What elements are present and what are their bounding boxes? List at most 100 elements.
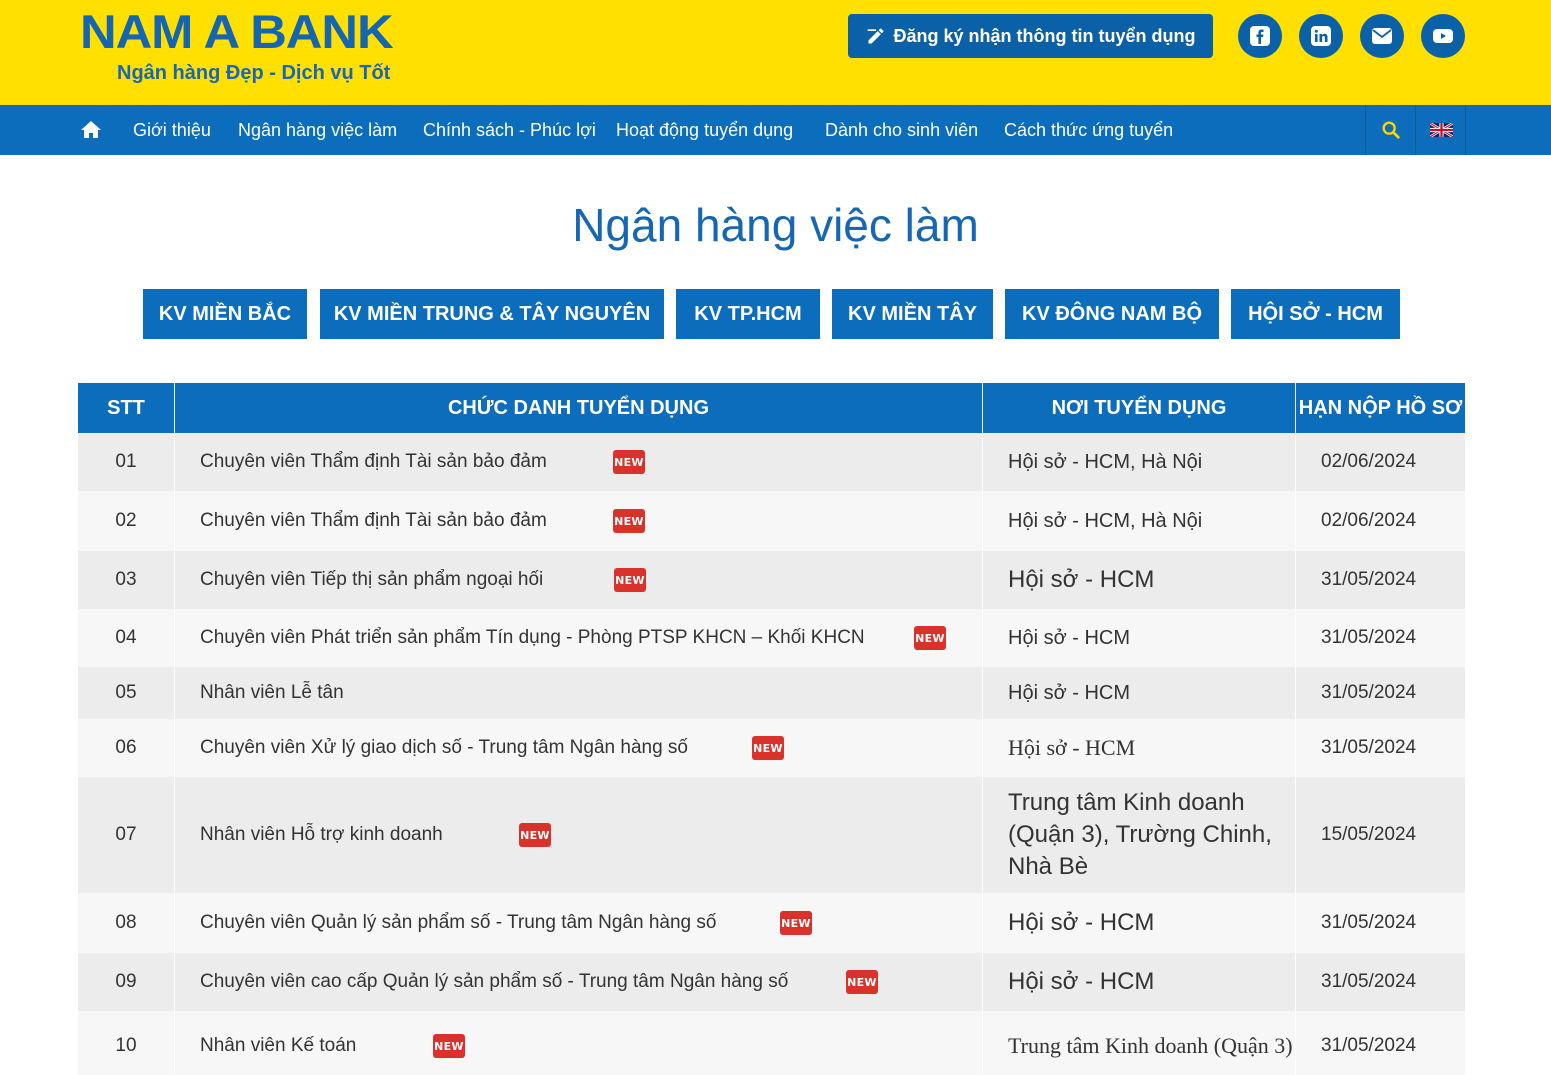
row-number: 04 [115,627,137,648]
cell-divider [174,953,175,1011]
new-badge: NEW [519,823,551,847]
row-number: 02 [115,510,137,531]
table-row[interactable]: 04 Chuyên viên Phát triển sản phẩm Tín dụ… [78,609,1465,667]
nav-item-gioi-thieu[interactable]: Giới thiệu [133,105,211,155]
header-title: CHỨC DANH TUYỂN DỤNG [447,397,710,419]
job-location: Hội sở - HCM [1008,682,1131,704]
cell-divider [1295,777,1296,893]
email-icon [1372,28,1392,44]
job-location: Hội sở - HCM [1008,909,1155,936]
cell-divider [174,433,175,491]
job-deadline: 02/06/2024 [1321,510,1417,531]
job-title-link[interactable]: Nhân viên Kế toán [200,1011,1000,1075]
region-tab-tphcm[interactable]: KV TP.HCM [676,289,820,339]
facebook-link[interactable] [1238,14,1282,58]
uk-flag-icon[interactable] [1430,123,1453,137]
table-row[interactable]: 08 Chuyên viên Quản lý sản phẩm số - Trun… [78,893,1465,953]
region-tab-mien-trung[interactable]: KV MIỀN TRUNG & TÂY NGUYÊN [320,289,664,339]
cell-divider [174,491,175,551]
header-place: NƠI TUYỂN DỤNG [1051,397,1227,419]
table-row[interactable]: 10 Nhân viên Kế toán NEW Trung tâm Kinh doa… [78,1011,1465,1075]
row-number: 09 [115,971,137,992]
edit-icon [867,28,883,44]
job-location: Hội sở - HCM [1008,968,1155,995]
row-number: 10 [115,1035,137,1056]
table-row[interactable]: 02 Chuyên viên Thẩm định Tài sản bảo đảm N… [78,491,1465,551]
subscribe-button[interactable]: Đăng ký nhận thông tin tuyển dụng [848,14,1213,58]
job-title-link[interactable]: Chuyên viên cao cấp Quản lý sản phẩm số … [200,953,1000,1011]
email-link[interactable] [1360,14,1404,58]
table-row[interactable]: 09 Chuyên viên cao cấp Quản lý sản phẩm s… [78,953,1465,1011]
job-deadline: 31/05/2024 [1321,569,1417,590]
header-stt: STT [107,397,145,419]
job-title-link[interactable]: Nhân viên Lễ tân [200,667,1000,719]
cell-divider [1295,551,1296,609]
job-deadline: 31/05/2024 [1321,1035,1417,1056]
table-row[interactable]: 03 Chuyên viên Tiếp thị sản phẩm ngoại hố… [78,551,1465,609]
job-title-link[interactable]: Chuyên viên Quản lý sản phẩm số - Trung … [200,893,1000,953]
job-location: Hội sở - HCM [1008,735,1136,760]
region-tab-mien-tay[interactable]: KV MIỀN TÂY [832,289,993,339]
table-row[interactable]: 07 Nhân viên Hỗ trợ kinh doanh NEW Trung tâ… [78,777,1465,893]
nav-item-chinh-sach[interactable]: Chính sách - Phúc lợi [423,105,596,155]
header-deadline: HẠN NỘP HỒ SƠ [1298,397,1463,419]
cell-divider [1295,719,1296,777]
nav-divider [1465,105,1466,155]
job-location: Hội sở - HCM, Hà Nội [1008,510,1203,532]
job-title-link[interactable]: Chuyên viên Thẩm định Tài sản bảo đảm [200,491,1000,551]
job-location: Hội sở - HCM, Hà Nội [1008,451,1203,473]
page-title: Ngân hàng việc làm [572,199,979,251]
new-badge: NEW [752,736,784,760]
youtube-icon [1433,29,1453,43]
cell-divider [174,777,175,893]
logo-text: NAM A BANK [80,5,394,58]
main-nav: Giới thiệu Ngân hàng việc làm Chính sách… [0,105,1551,155]
facebook-icon [1250,26,1270,46]
region-tab-dong-nam-bo[interactable]: KV ĐÔNG NAM BỘ [1005,289,1219,339]
job-deadline: 31/05/2024 [1321,737,1417,758]
search-icon[interactable] [1380,119,1402,141]
cell-divider [1295,433,1296,491]
table-row[interactable]: 06 Chuyên viên Xử lý giao dịch số - Trung… [78,719,1465,777]
cell-divider [1295,667,1296,719]
home-icon[interactable] [79,118,103,142]
job-deadline: 31/05/2024 [1321,682,1417,703]
row-number: 05 [115,682,137,703]
nav-item-ngan-hang-viec-lam[interactable]: Ngân hàng việc làm [238,105,397,155]
logo[interactable]: NAM A BANK Ngân hàng Đẹp - Dịch vụ Tốt [80,8,394,85]
cell-divider [174,1011,175,1075]
cell-divider [174,893,175,953]
cell-divider [174,667,175,719]
row-number: 06 [115,737,137,758]
nav-divider [1415,105,1416,155]
nav-item-cach-thuc[interactable]: Cách thức ứng tuyển [1004,105,1173,155]
row-number: 01 [115,451,137,472]
cell-divider [1295,893,1296,953]
job-deadline: 02/06/2024 [1321,451,1417,472]
row-number: 03 [115,569,137,590]
cell-divider [1295,1011,1296,1075]
nav-item-hoat-dong[interactable]: Hoạt động tuyển dụng [616,105,793,155]
job-title-link[interactable]: Chuyên viên Xử lý giao dịch số - Trung t… [200,719,1000,777]
job-title-link[interactable]: Chuyên viên Phát triển sản phẩm Tín dụng… [200,609,1000,667]
job-title-link[interactable]: Nhân viên Hỗ trợ kinh doanh [200,777,1000,893]
nav-item-sinh-vien[interactable]: Dành cho sinh viên [825,105,978,155]
job-title-link[interactable]: Chuyên viên Thẩm định Tài sản bảo đảm [200,433,1000,491]
job-deadline: 31/05/2024 [1321,912,1417,933]
region-tab-mien-bac[interactable]: KV MIỀN BẮC [143,289,307,339]
cell-divider [174,551,175,609]
youtube-link[interactable] [1421,14,1465,58]
top-header: NAM A BANK Ngân hàng Đẹp - Dịch vụ Tốt Đ… [0,0,1551,105]
table-header: STT CHỨC DANH TUYỂN DỤNG NƠI TUYỂN DỤNG … [78,383,1465,433]
table-row[interactable]: 01 Chuyên viên Thẩm định Tài sản bảo đảm N… [78,433,1465,491]
job-deadline: 15/05/2024 [1321,824,1417,845]
nav-divider [1365,105,1366,155]
new-badge: NEW [914,626,946,650]
linkedin-link[interactable] [1299,14,1343,58]
job-title-link[interactable]: Chuyên viên Tiếp thị sản phẩm ngoại hối [200,551,1000,609]
region-tab-hoi-so[interactable]: HỘI SỞ - HCM [1231,289,1400,339]
cell-divider [174,609,175,667]
table-row[interactable]: 05 Nhân viên Lễ tân Hội sở - HCM 31/05/2024 [78,667,1465,719]
subscribe-label: Đăng ký nhận thông tin tuyển dụng [893,25,1196,46]
new-badge: NEW [613,509,645,533]
